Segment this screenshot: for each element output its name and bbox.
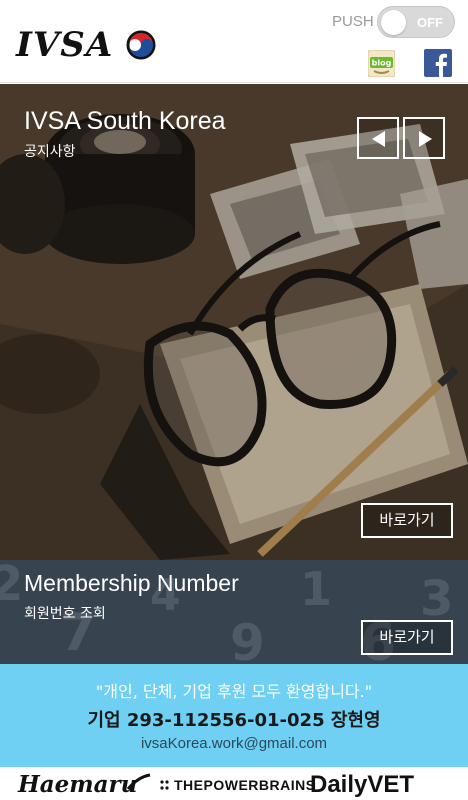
notice-go-button[interactable]: 바로가기 [361, 503, 453, 538]
sponsor-thepowerbrains-label: THEPOWERBRAINS [174, 777, 316, 793]
triangle-left-icon [372, 131, 385, 147]
hero-subtitle: 공지사항 [24, 144, 76, 160]
next-slide-button[interactable] [403, 117, 445, 159]
contact-email[interactable]: ivsaKorea.work@gmail.com [0, 735, 468, 752]
push-toggle[interactable]: OFF [377, 6, 455, 38]
hero-title: IVSA South Korea [24, 107, 226, 135]
app-header: IVSA PUSH OFF blog [0, 0, 468, 83]
notice-banner[interactable]: IVSA South Korea 공지사항 바로가기 [0, 84, 468, 560]
ivsa-logo[interactable]: IVSA [14, 24, 159, 66]
blog-icon[interactable]: blog [368, 50, 395, 77]
sponsor-footer: Haemaru THEPOWERBRAINS DailyVET [0, 767, 468, 800]
donation-message: "개인, 단체, 기업 후원 모두 환영합니다." [95, 682, 373, 701]
sponsor-dailyvet[interactable]: DailyVET [310, 771, 414, 799]
blog-icon-label: blog [372, 59, 392, 68]
donation-account: 기업 293-112556-01-025 장현영 [87, 710, 381, 731]
haemaru-swoosh-icon [126, 773, 151, 790]
membership-banner[interactable]: 2 7 4 9 1 6 3 Membership Number 회원번호 조회 … [0, 560, 468, 664]
dots-icon [160, 780, 169, 790]
toggle-knob[interactable] [381, 10, 406, 35]
donation-banner: "개인, 단체, 기업 후원 모두 환영합니다." 기업 293-112556-… [0, 664, 468, 767]
push-label: PUSH [332, 13, 374, 30]
membership-go-button[interactable]: 바로가기 [361, 620, 453, 655]
sponsor-thepowerbrains[interactable]: THEPOWERBRAINS [160, 777, 316, 793]
toggle-state-label: OFF [417, 15, 443, 30]
triangle-right-icon [419, 131, 432, 147]
prev-slide-button[interactable] [357, 117, 399, 159]
sponsor-haemaru[interactable]: Haemaru [18, 771, 137, 798]
membership-subtitle: 회원번호 조회 [24, 606, 106, 622]
svg-text:IVSA: IVSA [15, 25, 113, 65]
facebook-icon[interactable] [424, 49, 452, 77]
membership-title: Membership Number [24, 570, 239, 596]
